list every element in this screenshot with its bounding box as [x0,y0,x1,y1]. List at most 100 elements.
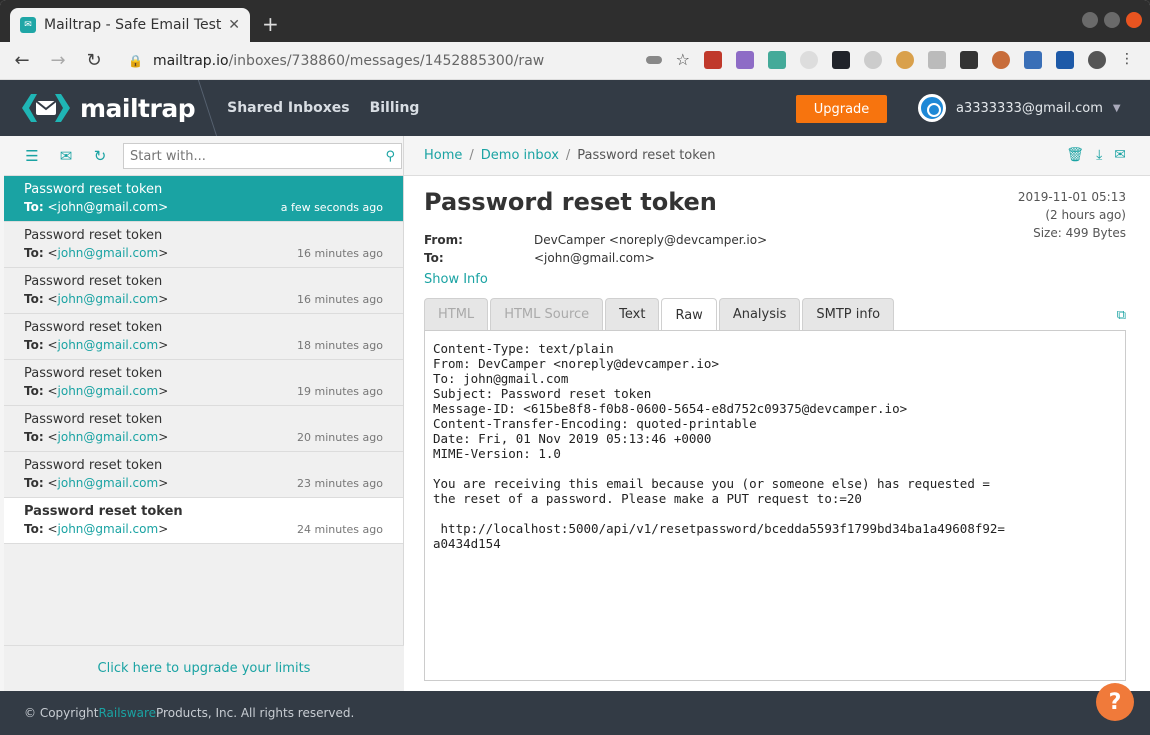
tab-html-source[interactable]: HTML Source [490,298,604,330]
question-icon: ? [1108,689,1122,715]
new-tab-icon[interactable]: + [262,12,279,36]
message-recipient: <john@gmail.com> [47,200,169,214]
extension-icon[interactable] [992,50,1010,69]
message-item[interactable]: Password reset token To: <john@gmail.com… [4,452,403,498]
message-recipient: john@gmail.com [57,338,159,352]
menu-icon[interactable]: ⋮ [1120,51,1134,69]
search-box: ⚲ [123,143,402,169]
to-label: To: [424,251,444,265]
message-recipient: john@gmail.com [57,292,159,306]
refresh-icon[interactable]: ↻ [90,147,110,165]
copyright-prefix: © Copyright [24,706,99,720]
search-icon[interactable]: ⚲ [385,149,395,164]
help-button[interactable]: ? [1096,683,1134,721]
forward-icon[interactable]: → [44,50,72,71]
extension-icon[interactable] [960,50,978,69]
breadcrumb-inbox[interactable]: Demo inbox [481,148,559,163]
message-item[interactable]: Password reset token To: <john@gmail.com… [4,360,403,406]
clear-inbox-icon[interactable]: ✉ [56,147,76,165]
message-subject: Password reset token [24,504,183,519]
message-actions: 🗑 ⤓ ✉ [1066,147,1126,163]
extension-icon[interactable] [736,50,754,69]
user-menu[interactable]: a3333333@gmail.com ▼ [918,94,1121,122]
railsware-link[interactable]: Railsware [98,706,156,720]
extension-icon[interactable] [864,50,882,69]
reload-icon[interactable]: ↻ [80,50,108,71]
message-time: 19 minutes ago [297,385,383,398]
message-time: 18 minutes ago [297,339,383,352]
tab-smtp-info[interactable]: SMTP info [802,298,895,330]
message-item[interactable]: Password reset token To: <john@gmail.com… [4,222,403,268]
from-value: DevCamper <noreply@devcamper.io> [534,233,768,247]
upgrade-button[interactable]: Upgrade [796,95,887,123]
to-label: To: [24,338,44,352]
user-email: a3333333@gmail.com [956,100,1103,116]
message-recipient: john@gmail.com [57,476,159,490]
message-item[interactable]: Password reset token To: <john@gmail.com… [4,406,403,452]
tab-analysis[interactable]: Analysis [718,298,801,330]
breadcrumb: Home / Demo inbox / Password reset token… [404,136,1150,176]
message-subject: Password reset token [24,320,163,335]
close-window-icon[interactable] [1126,12,1142,28]
trash-icon[interactable]: 🗑 [1066,147,1084,163]
cookie-icon[interactable] [896,50,914,69]
nav-shared-inboxes[interactable]: Shared Inboxes [227,100,349,116]
url-path: /inboxes/738860/messages/1452885300/raw [228,52,545,69]
extension-icon[interactable] [1056,50,1074,69]
message-size: Size: 499 Bytes [1033,226,1126,240]
to-label: To: [24,384,44,398]
message-meta: 2019-11-01 05:13 (2 hours ago) Size: 499… [1018,188,1126,242]
view-tabs: HTML HTML Source Text Raw Analysis SMTP … [424,298,896,331]
browser-tab[interactable]: ✉ Mailtrap - Safe Email Testi ✕ [10,8,250,42]
profile-icon[interactable] [1088,50,1106,69]
download-icon[interactable]: ⤓ [1096,147,1102,163]
js-extension-icon[interactable] [768,50,786,69]
tab-text[interactable]: Text [605,298,660,330]
to-value: <john@gmail.com> [534,251,655,265]
message-time: 20 minutes ago [297,431,383,444]
message-item[interactable]: Password reset token To: <john@gmail.com… [4,268,403,314]
tab-title: Mailtrap - Safe Email Testi [44,17,223,33]
divider [207,80,221,136]
extension-icon[interactable] [800,50,818,69]
message-recipient: john@gmail.com [57,246,159,260]
open-external-icon[interactable]: ⧉ [1117,308,1126,323]
copyright-suffix: Products, Inc. All rights reserved. [156,706,355,720]
star-icon[interactable]: ☆ [676,50,690,69]
save-icon[interactable] [1024,50,1042,69]
mark-read-icon[interactable]: ☰ [22,147,42,165]
to-label: To: [24,476,44,490]
key-icon[interactable] [645,55,662,64]
message-relative-time: (2 hours ago) [1045,208,1126,222]
mailtrap-logo[interactable]: mailtrap [22,93,196,123]
message-item[interactable]: Password reset token To: <john@gmail.com… [4,314,403,360]
maximize-icon[interactable] [1104,12,1120,28]
upgrade-limits-link[interactable]: Click here to upgrade your limits [4,645,404,691]
message-headers: From: DevCamper <noreply@devcamper.io> To… [424,231,767,267]
minimize-icon[interactable] [1082,12,1098,28]
close-tab-icon[interactable]: ✕ [228,17,240,33]
message-item[interactable]: Password reset token To: <john@gmail.com… [4,176,403,222]
adblock-icon[interactable] [704,50,722,69]
message-list-panel: ☰ ✉ ↻ ⚲ Password reset token To: <john@g… [4,136,404,691]
tab-raw[interactable]: Raw [661,298,717,331]
address-bar[interactable]: 🔒 mailtrap.io/inboxes/738860/messages/14… [128,53,544,69]
to-label: To: [24,430,44,444]
breadcrumb-home[interactable]: Home [424,148,462,163]
message-item[interactable]: Password reset token To: <john@gmail.com… [4,498,403,544]
message-recipient: john@gmail.com [57,430,159,444]
avatar [918,94,946,122]
back-icon[interactable]: ← [8,50,36,71]
logo-text: mailtrap [80,93,196,123]
search-input[interactable] [130,148,386,164]
extension-icon[interactable] [928,50,946,69]
forward-icon[interactable]: ✉ [1114,147,1126,163]
show-info-link[interactable]: Show Info [424,272,488,287]
to-label: To: [24,522,44,536]
nav-billing[interactable]: Billing [370,100,420,116]
to-label: To: [24,246,44,260]
browser-tabstrip: ✉ Mailtrap - Safe Email Testi ✕ + [0,0,1150,42]
message-detail-panel: Home / Demo inbox / Password reset token… [404,136,1150,691]
react-devtools-icon[interactable] [832,50,850,69]
tab-html[interactable]: HTML [424,298,489,330]
